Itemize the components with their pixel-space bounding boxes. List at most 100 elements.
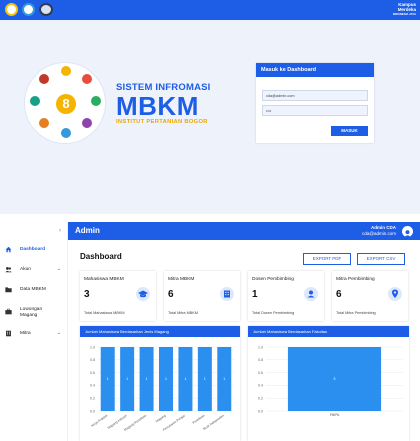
y-tick-label: 0.2 <box>258 397 263 401</box>
login-card-title: Masuk ke Dashboard <box>256 63 374 77</box>
y-tick-label: 1.0 <box>258 345 263 349</box>
data-label: 1 <box>165 377 167 381</box>
brand-block: SISTEM INFROMASI MBKM INSTITUT PERTANIAN… <box>116 82 211 125</box>
faculty-logo-icon <box>39 3 53 16</box>
y-tick-label: 0.8 <box>90 358 95 362</box>
stat-title: Mitra MBKM <box>168 277 195 282</box>
y-tick-label: 1.0 <box>90 345 95 349</box>
stat-subtitle: Total Mahasiswa MBKM <box>84 311 125 315</box>
sidebar-item-lowongan-magang[interactable]: Lowongan Magang <box>0 304 68 320</box>
home-icon <box>5 246 12 253</box>
briefcase-icon <box>5 308 12 315</box>
mbkm-emblem-icon: 8 <box>24 62 106 144</box>
export-csv-button[interactable]: EXPORT CSV <box>357 253 405 265</box>
sidebar-item-dashboard[interactable]: Dashboard <box>0 244 68 256</box>
chevron-down-icon: ⌄ <box>56 330 61 336</box>
avatar[interactable] <box>402 226 413 238</box>
bar-chart-fakultas: 1.0 0.8 0.6 0.4 0.2 0.0 3 FMIPA <box>258 345 403 417</box>
emblem-dot <box>61 128 71 138</box>
login-card: Masuk ke Dashboard cda@admin.com •••• MA… <box>256 63 374 143</box>
building-icon <box>220 287 234 301</box>
data-label: 1 <box>223 377 225 381</box>
brand-sub-text: INSTITUT PERTANIAN BOGOR <box>116 119 208 125</box>
user-icon <box>404 230 411 238</box>
topbar: Admin Admin CDA cda@admin.com <box>68 222 420 240</box>
x-tick-label: Kerja Praktek <box>90 413 108 427</box>
stat-value: 6 <box>336 289 342 300</box>
stat-card-dosen: Dosen Pembimbing 1 Total Dosen Pembimbin… <box>248 271 324 321</box>
stat-card-mahasiswa: Mahasiswa MBKM 3 Total Mahasiswa MBKM <box>80 271 156 321</box>
y-tick-label: 0.4 <box>90 384 95 388</box>
stat-subtitle: Total Dosen Pembimbing <box>252 311 295 315</box>
emblem-dot <box>82 74 92 84</box>
ipb-logo-icon <box>5 3 18 16</box>
stat-value: 1 <box>252 289 258 300</box>
user-email: cda@admin.com <box>362 230 396 236</box>
emblem-dot <box>61 66 71 76</box>
topbar-user: Admin CDA cda@admin.com <box>362 225 396 236</box>
chevron-down-icon: ⌄ <box>56 266 61 272</box>
stat-card-mitra-pembimbing: Mitra Pembimbing 6 Total Mitra Pembimbin… <box>332 271 408 321</box>
y-tick-label: 0.4 <box>258 384 263 388</box>
data-label: 1 <box>146 377 148 381</box>
emblem-number: 8 <box>56 94 76 114</box>
stat-title: Dosen Pembimbing <box>252 277 294 282</box>
stat-value: 3 <box>84 289 90 300</box>
sidebar-item-label: Data MBKM <box>20 287 46 292</box>
sidebar-item-mitra[interactable]: Mitra ⌄ <box>0 328 68 340</box>
kampus-merdeka-logo: Kampus Merdeka INDONESIA JAYA <box>386 2 416 17</box>
chart-title: Jumlah Mahasiswa Berdasarkan Fakultas <box>248 326 409 337</box>
x-tick-label: Studi Independen <box>202 413 225 431</box>
folder-icon <box>5 287 12 293</box>
x-tick-label: Penelitian <box>192 413 206 424</box>
brand-main-text: MBKM <box>116 91 199 121</box>
password-field[interactable]: •••• <box>262 105 368 116</box>
emblem-dot <box>39 74 49 84</box>
stat-subtitle: Total Mitra MBKM <box>168 311 198 315</box>
y-tick-label: 0.0 <box>90 409 95 413</box>
data-label: 1 <box>126 377 128 381</box>
x-tick-label: Magang <box>155 413 167 423</box>
emblem-dot <box>39 118 49 128</box>
y-tick-label: 0.0 <box>258 409 263 413</box>
chart-fakultas: Jumlah Mahasiswa Berdasarkan Fakultas 1.… <box>248 326 409 441</box>
data-label: 3 <box>334 377 336 381</box>
y-tick-label: 0.6 <box>258 371 263 375</box>
emblem-dot <box>82 118 92 128</box>
email-field[interactable]: cda@admin.com <box>262 90 368 101</box>
y-tick-label: 0.2 <box>90 397 95 401</box>
stat-title: Mitra Pembimbing <box>336 277 375 282</box>
login-header: Kampus Merdeka INDONESIA JAYA <box>0 0 420 20</box>
topbar-title: Admin <box>75 226 100 235</box>
x-tick-label: FMIPA <box>330 413 340 417</box>
graduation-cap-icon <box>136 287 150 301</box>
bar-chart-jenis-magang: 1.00.80.60.40.20.01Kerja Praktek1Magang … <box>90 345 234 432</box>
dashboard-page: ‹ Dashboard Akun ⌄ Data MBKM Lowongan Ma… <box>0 222 420 441</box>
sidebar-item-label: Lowongan Magang <box>20 307 43 318</box>
y-tick-label: 0.6 <box>90 371 95 375</box>
stat-subtitle: Total Mitra Pembimbing <box>336 311 376 315</box>
stat-title: Mahasiswa MBKM <box>84 277 124 282</box>
export-pdf-button[interactable]: EXPORT PDF <box>303 253 351 265</box>
sidebar-item-data-mbkm[interactable]: Data MBKM <box>0 284 68 296</box>
data-label: 1 <box>107 377 109 381</box>
y-tick-label: 0.8 <box>258 358 263 362</box>
sidebar: ‹ Dashboard Akun ⌄ Data MBKM Lowongan Ma… <box>0 222 68 441</box>
login-page: Kampus Merdeka INDONESIA JAYA 8 SISTEM I… <box>0 0 420 214</box>
location-pin-icon <box>388 287 402 301</box>
sidebar-item-akun[interactable]: Akun ⌄ <box>0 264 68 276</box>
emblem-dot <box>91 96 101 106</box>
login-button[interactable]: MASUK <box>331 126 368 136</box>
emblem-dot <box>30 96 40 106</box>
page-title: Dashboard <box>80 252 122 261</box>
sidebar-item-label: Dashboard <box>20 247 46 252</box>
users-icon <box>5 267 12 273</box>
user-icon <box>304 287 318 301</box>
sidebar-item-label: Mitra <box>20 331 31 336</box>
data-label: 1 <box>184 377 186 381</box>
chart-jenis-magang: Jumlah Mahasiswa Berdasarkan Jenis Magan… <box>80 326 240 441</box>
badge-line3: INDONESIA JAYA <box>392 12 416 16</box>
chevron-left-icon[interactable]: ‹ <box>59 228 61 234</box>
stat-value: 6 <box>168 289 174 300</box>
building-icon <box>6 330 11 337</box>
